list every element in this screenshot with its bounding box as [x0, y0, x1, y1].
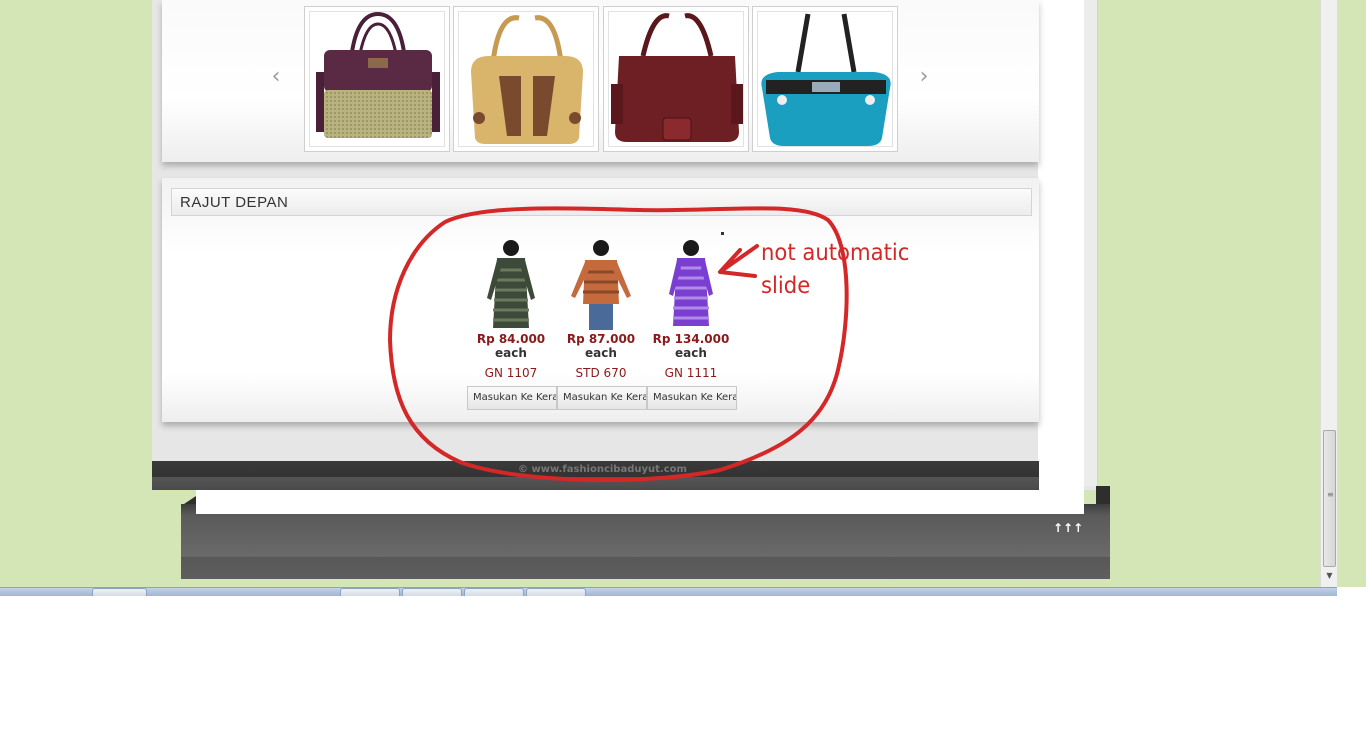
product-unit: each [585, 346, 617, 360]
add-to-cart-button-2[interactable]: Masukan Ke Keranjang [557, 386, 647, 410]
product-unit: each [495, 346, 527, 360]
annotation-text: not automatic slide [761, 237, 909, 303]
product-card-1: Rp 84.000 each GN 1107 [466, 238, 556, 380]
carousel-next-arrow-icon[interactable]: › [914, 62, 934, 92]
product-image-3[interactable] [651, 238, 731, 330]
page-right-edge [1084, 0, 1098, 486]
footer-dark-panel [181, 504, 1110, 579]
product-price: Rp 134.000 [652, 332, 730, 346]
section-header: RAJUT DEPAN [171, 188, 1032, 216]
carousel-item-tan-bag[interactable] [453, 6, 599, 152]
bag-carousel: ‹ › [162, 0, 1039, 162]
scroll-down-arrow-icon[interactable]: ▼ [1324, 571, 1335, 580]
footer-white-strip [196, 490, 1084, 514]
product-code[interactable]: GN 1111 [646, 366, 736, 380]
tan-bag-image [471, 15, 583, 144]
product-price: Rp 87.000 [566, 332, 636, 346]
annotation-line-1: not automatic [761, 240, 910, 266]
product-code[interactable]: STD 670 [556, 366, 646, 380]
footer-bar: © www.fashioncibaduyut.com [152, 461, 1039, 490]
carousel-item-purple-bag[interactable] [304, 6, 450, 152]
scrollbar-thumb[interactable]: ≡ [1323, 430, 1336, 567]
product-price: Rp 84.000 [476, 332, 546, 346]
taskbar-button[interactable] [340, 588, 400, 596]
back-to-top-icon[interactable]: ↑↑↑ [1053, 521, 1083, 535]
carousel-item-maroon-bag[interactable] [603, 6, 749, 152]
taskbar-button[interactable] [526, 588, 586, 596]
vertical-scrollbar[interactable]: ≡ ▼ [1320, 0, 1337, 587]
product-card-2: Rp 87.000 each STD 670 [556, 238, 646, 380]
page-white-strip [1038, 0, 1084, 514]
footer-copyright[interactable]: © www.fashioncibaduyut.com [518, 464, 687, 475]
taskbar-button[interactable] [464, 588, 524, 596]
product-unit: each [675, 346, 707, 360]
purple-bag-image [316, 12, 440, 138]
product-image-1[interactable] [471, 238, 551, 330]
taskbar-button[interactable] [92, 588, 147, 596]
carousel-item-teal-bag[interactable] [752, 6, 898, 152]
section-title: RAJUT DEPAN [180, 194, 289, 211]
product-image-2[interactable] [561, 238, 641, 330]
maroon-bag-image [611, 13, 743, 142]
footer-corner-right [1096, 486, 1110, 504]
product-card-3: Rp 134.000 each GN 1111 [646, 238, 736, 380]
taskbar-button[interactable] [402, 588, 462, 596]
product-code[interactable]: GN 1107 [466, 366, 556, 380]
os-taskbar [0, 587, 1337, 596]
carousel-prev-arrow-icon[interactable]: ‹ [266, 62, 286, 92]
annotation-line-2: slide [761, 273, 811, 299]
browser-viewport: ‹ › RAJUT DEPAN Rp 84.000 each GN 1107 M… [0, 0, 1366, 587]
add-to-cart-button-1[interactable]: Masukan Ke Keranjang [467, 386, 557, 410]
teal-bag-image [761, 13, 891, 146]
add-to-cart-button-3[interactable]: Masukan Ke Keranjang [647, 386, 737, 410]
scrollbar-grip-icon: ≡ [1327, 490, 1334, 499]
